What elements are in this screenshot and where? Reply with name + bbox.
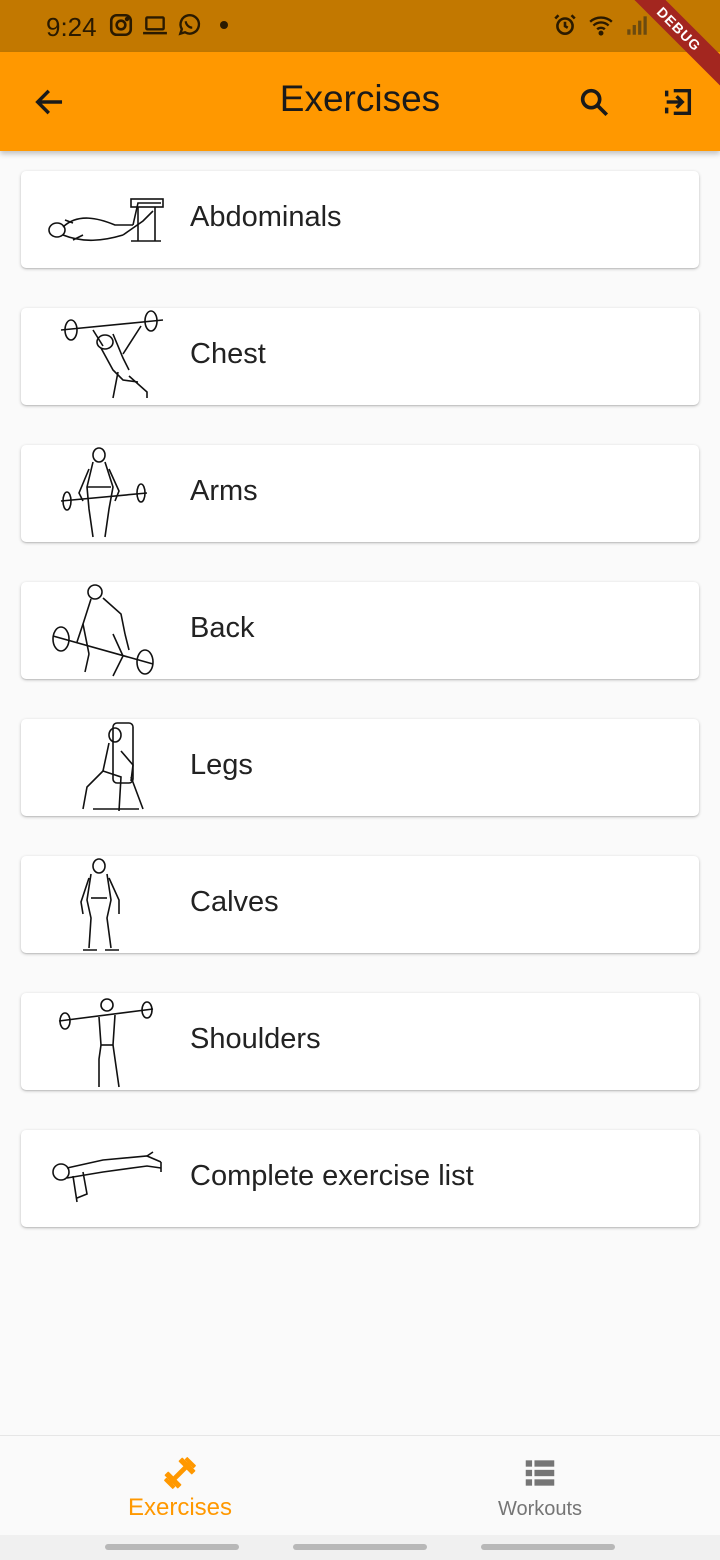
nav-item-workouts[interactable]: Workouts [360,1436,720,1536]
back-figure-icon [43,584,165,677]
notification-dot [220,21,228,29]
nav-label-exercises: Exercises [127,1494,233,1521]
legs-figure-icon [43,721,165,814]
gesture-bar [0,1535,720,1560]
gesture-pill[interactable] [293,1544,427,1550]
category-card-arms[interactable]: Arms [21,445,699,542]
category-card-legs[interactable]: Legs [21,719,699,816]
gesture-pill[interactable] [105,1544,239,1550]
shoulders-figure-icon [43,995,165,1088]
category-card-shoulders[interactable]: Shoulders [21,993,699,1090]
dumbbell-icon [164,1457,196,1489]
exit-button[interactable] [650,74,706,130]
category-card-back[interactable]: Back [21,582,699,679]
category-label: Back [190,612,255,644]
signal-icon [627,16,647,35]
status-time: 9:24 [46,12,97,42]
pushup-figure-icon [43,1132,165,1225]
arms-figure-icon [43,447,165,540]
exit-icon [664,88,692,116]
app-bar: Exercises [0,52,720,151]
nav-label-workouts: Workouts [497,1498,583,1520]
category-card-complete-list[interactable]: Complete exercise list [21,1130,699,1227]
category-label: Abdominals [190,201,342,233]
category-card-abdominals[interactable]: Abdominals [21,171,699,268]
category-card-calves[interactable]: Calves [21,856,699,953]
category-label: Arms [190,475,258,507]
status-bar: 9:24 [0,0,720,52]
category-label: Calves [190,886,279,918]
search-icon [580,88,609,117]
laptop-icon [143,16,167,35]
abdominals-figure-icon [43,173,165,266]
alarm-icon [554,14,576,35]
list-icon [525,1460,555,1486]
calves-figure-icon [43,858,165,951]
category-label: Legs [190,749,253,781]
search-button[interactable] [566,74,622,130]
category-label: Complete exercise list [190,1160,474,1192]
category-label: Chest [190,338,266,370]
chest-figure-icon [43,310,165,403]
bottom-navigation: Exercises Workouts [0,1435,720,1535]
wifi-icon [589,16,613,36]
nav-item-exercises[interactable]: Exercises [0,1436,360,1536]
category-card-chest[interactable]: Chest [21,308,699,405]
category-label: Shoulders [190,1023,321,1055]
gesture-pill[interactable] [481,1544,615,1550]
instagram-icon [109,13,133,37]
whatsapp-icon [178,13,201,36]
